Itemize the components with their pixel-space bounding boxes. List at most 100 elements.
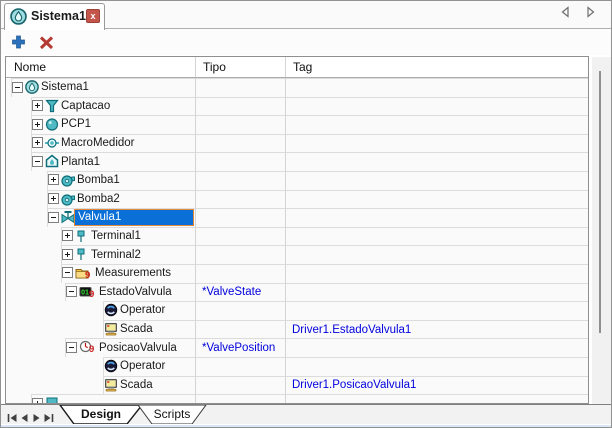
expand-plus-icon[interactable] bbox=[32, 137, 43, 149]
collapse-minus-icon[interactable] bbox=[66, 341, 77, 353]
table-row[interactable]: Terminal2 bbox=[6, 245, 588, 264]
nome-cell: Valvula1 bbox=[6, 208, 195, 227]
nome-cell: PCP1 bbox=[6, 115, 195, 134]
grid-body: Sistema1 Captacao PCP1 MacroMedidor Planta1 B… bbox=[6, 78, 588, 403]
nav-last-button[interactable] bbox=[42, 410, 54, 422]
tipo-value: *ValveState bbox=[202, 286, 262, 299]
tab-design[interactable]: Design bbox=[59, 405, 143, 425]
nome-cell: Terminal2 bbox=[6, 245, 195, 264]
collapse-minus-icon[interactable] bbox=[32, 155, 43, 167]
tab-scroll-right-icon[interactable] bbox=[583, 5, 597, 19]
tag-cell: Driver1.EstadoValvula1 bbox=[285, 319, 588, 339]
tipo-cell bbox=[195, 208, 285, 227]
close-tab-button[interactable]: x bbox=[85, 9, 100, 23]
table-row[interactable]: Planta1 bbox=[6, 152, 588, 171]
document-tab-sistema1[interactable]: Sistema1 x bbox=[4, 3, 105, 30]
nome-cell: 01 9 EstadoValvula bbox=[6, 282, 195, 302]
nome-cell: MacroMedidor bbox=[6, 133, 195, 153]
scada-monitor-icon bbox=[104, 322, 118, 336]
generic-icon bbox=[45, 396, 59, 403]
table-row[interactable]: Sistema1 bbox=[6, 78, 588, 97]
expand-plus-icon[interactable] bbox=[48, 174, 59, 186]
vertical-scrollbar[interactable] bbox=[592, 57, 611, 404]
column-header-tag[interactable]: Tag bbox=[285, 57, 588, 77]
tipo-cell bbox=[195, 319, 285, 339]
funnel-icon bbox=[45, 99, 59, 113]
nome-cell: Scada bbox=[6, 375, 195, 395]
add-item-button[interactable] bbox=[8, 32, 28, 52]
nome-cell: 9 Measurements bbox=[6, 263, 195, 283]
node-label: Terminal1 bbox=[91, 230, 141, 243]
table-row[interactable]: Scada Driver1.EstadoValvula1 bbox=[6, 319, 588, 339]
tag-cell bbox=[285, 338, 588, 357]
tipo-cell bbox=[195, 115, 285, 134]
table-row[interactable]: Bomba2 bbox=[6, 189, 588, 209]
tipo-cell bbox=[195, 152, 285, 171]
nav-prev-button[interactable] bbox=[18, 410, 30, 422]
terminal-icon bbox=[75, 229, 89, 243]
collapse-minus-icon[interactable] bbox=[66, 286, 77, 298]
expand-plus-icon[interactable] bbox=[32, 118, 43, 130]
tag-cell bbox=[285, 115, 588, 134]
table-row[interactable]: 9 Measurements bbox=[6, 263, 588, 283]
table-row[interactable]: Operator bbox=[6, 356, 588, 376]
table-row[interactable]: Captacao bbox=[6, 96, 588, 116]
selected-node-label: Valvula1 bbox=[74, 209, 194, 226]
table-row[interactable]: Terminal1 bbox=[6, 226, 588, 246]
tab-scripts[interactable]: Scripts bbox=[137, 405, 207, 425]
node-label: Planta1 bbox=[61, 155, 101, 168]
node-label: Bomba2 bbox=[77, 192, 120, 205]
document-tab-title: Sistema1 bbox=[31, 9, 86, 23]
tab-scripts-label: Scripts bbox=[153, 407, 191, 421]
collapse-minus-icon[interactable] bbox=[48, 211, 59, 223]
collapse-minus-icon[interactable] bbox=[62, 267, 73, 279]
expand-plus-icon[interactable] bbox=[32, 100, 43, 112]
status-strip bbox=[1, 424, 611, 427]
table-row[interactable]: Scada Driver1.PosicaoValvula1 bbox=[6, 375, 588, 395]
column-header-nome[interactable]: Nome bbox=[6, 57, 195, 77]
table-row[interactable]: Valvula1 bbox=[6, 208, 588, 227]
node-label: EstadoValvula bbox=[99, 285, 172, 298]
delete-item-button[interactable] bbox=[36, 32, 56, 52]
tipo-cell: *ValveState bbox=[195, 282, 285, 302]
tag-cell bbox=[285, 282, 588, 302]
toolbar bbox=[1, 29, 611, 55]
tag-cell bbox=[285, 170, 588, 190]
nome-cell: Operator bbox=[6, 356, 195, 376]
tipo-cell bbox=[195, 189, 285, 209]
pump-icon bbox=[61, 173, 75, 187]
svg-text:01: 01 bbox=[81, 289, 89, 296]
tipo-cell bbox=[195, 394, 285, 403]
tag-cell bbox=[285, 189, 588, 209]
tipo-cell bbox=[195, 96, 285, 116]
table-row[interactable]: Operator bbox=[6, 301, 588, 320]
expand-plus-icon[interactable] bbox=[62, 248, 73, 260]
tipo-cell bbox=[195, 226, 285, 246]
node-label: MacroMedidor bbox=[61, 137, 135, 150]
nome-cell bbox=[6, 394, 195, 403]
table-row[interactable]: 01 9 EstadoValvula *ValveState bbox=[6, 282, 588, 302]
table-row[interactable]: MacroMedidor bbox=[6, 133, 588, 153]
collapse-minus-icon[interactable] bbox=[12, 81, 23, 93]
expand-plus-icon[interactable] bbox=[48, 193, 59, 205]
node-label: Terminal2 bbox=[91, 248, 141, 261]
nome-cell: Terminal1 bbox=[6, 226, 195, 246]
sphere-icon bbox=[45, 117, 59, 131]
nav-next-button[interactable] bbox=[30, 410, 42, 422]
column-header-tipo[interactable]: Tipo bbox=[195, 57, 285, 77]
plant-house-icon bbox=[45, 154, 59, 168]
expand-plus-icon[interactable] bbox=[32, 397, 43, 403]
expand-plus-icon[interactable] bbox=[62, 230, 73, 242]
nav-first-button[interactable] bbox=[6, 410, 18, 422]
node-label: PCP1 bbox=[61, 118, 92, 131]
table-row[interactable]: Bomba1 bbox=[6, 170, 588, 190]
operator-icon bbox=[104, 303, 118, 317]
table-row[interactable] bbox=[6, 394, 588, 403]
tab-scroll-left-icon[interactable] bbox=[559, 5, 573, 19]
scrollbar-thumb[interactable] bbox=[599, 71, 601, 333]
tree-grid: Nome Tipo Tag Sistema1 Captacao PCP1 MacroM… bbox=[5, 56, 589, 404]
table-row[interactable]: 9 PosicaoValvula *ValvePosition bbox=[6, 338, 588, 357]
tipo-cell bbox=[195, 356, 285, 376]
table-row[interactable]: PCP1 bbox=[6, 115, 588, 134]
drop-circle-icon bbox=[25, 80, 39, 94]
